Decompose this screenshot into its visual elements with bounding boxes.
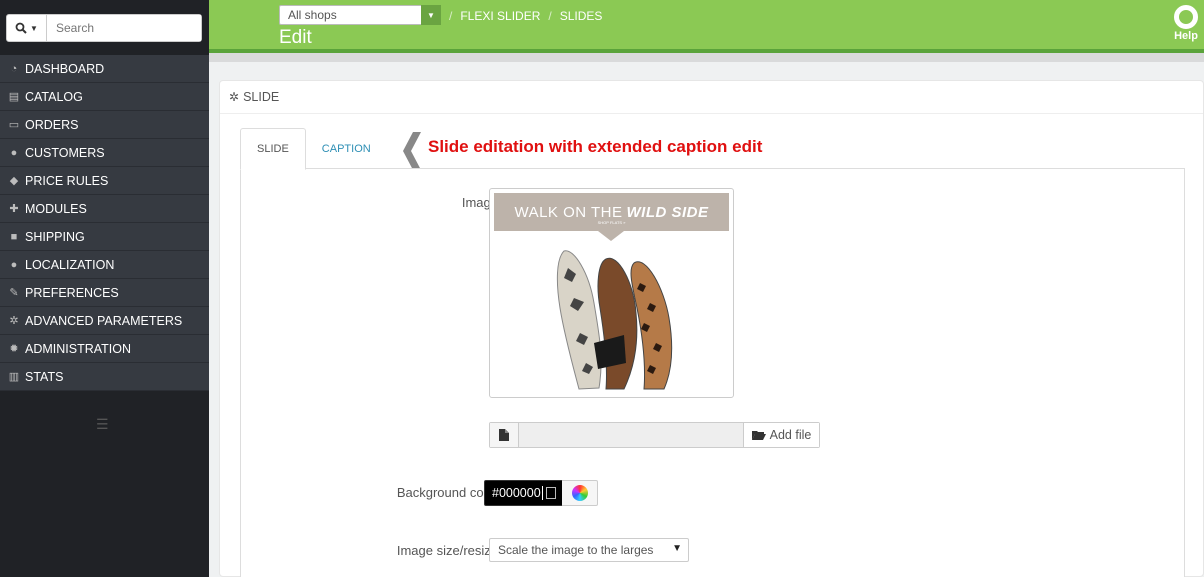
sidebar-item-catalog[interactable]: ▤ CATALOG (0, 83, 209, 111)
search-box: ▼ (6, 14, 202, 42)
background-color-value: #000000 (492, 486, 541, 500)
sidebar-item-localization[interactable]: ● LOCALIZATION (0, 251, 209, 279)
sidebar-item-shipping[interactable]: ■ SHIPPING (0, 223, 209, 251)
credit-card-icon: ▭ (8, 119, 20, 131)
annotation-text: Slide editation with extended caption ed… (428, 137, 763, 156)
panel-heading-label: SLIDE (243, 90, 280, 104)
shop-select[interactable]: All shops ▼ (279, 5, 441, 25)
sidebar-item-price-rules[interactable]: ◆ PRICE RULES (0, 167, 209, 195)
globe-icon: ● (10, 258, 18, 271)
caret-down-icon: ▼ (672, 543, 682, 554)
help-label: Help (1174, 30, 1198, 42)
sidebar-item-label: ADVANCED PARAMETERS (25, 313, 183, 328)
sidebar-item-dashboard[interactable]: ◔ DASHBOARD (0, 55, 209, 83)
sidebar-item-label: STATS (25, 369, 64, 384)
cogs-icon: ✲ (229, 90, 240, 104)
file-name-field[interactable] (519, 423, 743, 447)
background-color-field: #000000 (484, 480, 598, 506)
breadcrumb-item[interactable]: FLEXI SLIDER (460, 9, 540, 23)
book-icon: ▤ (8, 91, 20, 103)
shop-select-value: All shops (288, 8, 337, 22)
tags-icon: ◆ (9, 175, 19, 187)
panel-heading: ✲ SLIDE (220, 81, 1203, 114)
sidebar-item-preferences[interactable]: ✎ PREFERENCES (0, 279, 209, 307)
image-preview: WALK ON THE WILD SIDE SHOP FLATS » (489, 188, 734, 398)
sidebar: ▼ ◔ DASHBOARD ▤ CATALOG ▭ ORDERS ● CUSTO… (0, 0, 209, 577)
wrench-icon: ✎ (9, 287, 19, 299)
breadcrumb-item[interactable]: SLIDES (560, 9, 603, 23)
sidebar-item-customers[interactable]: ● CUSTOMERS (0, 139, 209, 167)
chevron-down-icon: ▼ (421, 5, 441, 25)
dashboard-icon: ◔ (10, 62, 18, 75)
image-size-select[interactable]: Scale the image to the larges ▼ (489, 538, 689, 562)
annotation-arrow-icon (403, 132, 421, 170)
image-size-label: Image size/resize (396, 543, 498, 558)
tab-bar: SLIDE CAPTION (240, 128, 387, 170)
sidebar-item-label: CATALOG (25, 89, 83, 104)
image-banner-subtext: SHOP FLATS » (597, 220, 626, 225)
sidebar-item-label: LOCALIZATION (25, 257, 115, 272)
image-banner-text: WALK ON THE WILD SIDE (494, 193, 729, 231)
sidebar-item-label: ADMINISTRATION (25, 341, 132, 356)
users-icon: ● (10, 146, 18, 159)
slide-panel: ✲ SLIDE SLIDE CAPTION Slide editation wi… (219, 80, 1204, 577)
sidebar-menu: ◔ DASHBOARD ▤ CATALOG ▭ ORDERS ● CUSTOME… (0, 55, 209, 391)
sidebar-item-label: PREFERENCES (25, 285, 119, 300)
contact-card-icon (546, 487, 556, 499)
file-icon (490, 423, 519, 447)
file-upload: Add file (489, 422, 820, 448)
search-icon (15, 22, 27, 34)
folder-open-icon (751, 430, 766, 440)
add-file-button[interactable]: Add file (743, 423, 819, 447)
color-wheel-icon (571, 485, 588, 501)
sidebar-item-label: DASHBOARD (25, 61, 105, 76)
sidebar-item-label: SHIPPING (25, 229, 85, 244)
header-divider (209, 53, 1204, 62)
sidebar-item-advanced-parameters[interactable]: ✲ ADVANCED PARAMETERS (0, 307, 209, 335)
sidebar-item-label: MODULES (25, 201, 87, 216)
lifebuoy-icon (1174, 5, 1198, 29)
tab-caption[interactable]: CAPTION (306, 128, 387, 170)
chevron-down-icon: ▼ (30, 23, 38, 33)
gear-icon: ✹ (9, 343, 19, 355)
truck-icon: ■ (10, 230, 18, 243)
sidebar-item-orders[interactable]: ▭ ORDERS (0, 111, 209, 139)
sidebar-item-modules[interactable]: ✚ MODULES (0, 195, 209, 223)
menu-collapse-icon[interactable]: ☰ (96, 416, 109, 433)
background-color-label: Background color (396, 485, 498, 500)
breadcrumb: / FLEXI SLIDER / SLIDES (449, 9, 603, 23)
page-title: Edit (279, 27, 312, 48)
color-picker-button[interactable] (562, 480, 598, 506)
help-button[interactable]: Help (1171, 5, 1201, 42)
image-size-value: Scale the image to the larges (498, 543, 654, 557)
sidebar-item-label: CUSTOMERS (25, 145, 105, 160)
cogs-icon: ✲ (9, 315, 19, 327)
page-header: All shops ▼ / FLEXI SLIDER / SLIDES Edit… (209, 0, 1204, 53)
search-input[interactable] (48, 15, 201, 41)
sidebar-item-label: PRICE RULES (25, 173, 109, 188)
tab-slide[interactable]: SLIDE (240, 128, 306, 170)
sidebar-item-administration[interactable]: ✹ ADMINISTRATION (0, 335, 209, 363)
add-file-label: Add file (769, 428, 812, 442)
puzzle-icon: ✚ (9, 203, 19, 215)
sidebar-item-label: ORDERS (25, 117, 79, 132)
bar-chart-icon: ▥ (8, 371, 20, 383)
sidebar-item-stats[interactable]: ▥ STATS (0, 363, 209, 391)
search-type-button[interactable]: ▼ (7, 15, 47, 41)
